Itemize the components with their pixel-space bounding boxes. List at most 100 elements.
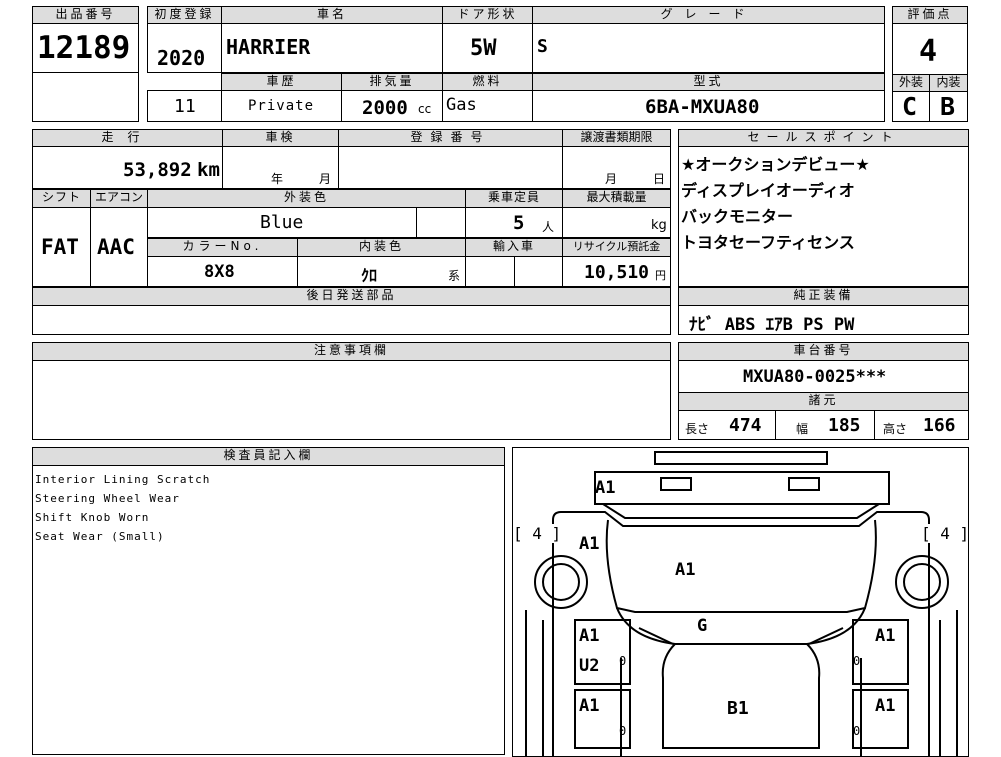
sales-point-item: トヨタセーフティセンス	[681, 233, 855, 252]
transfer-deadline-cell: 月 日	[562, 146, 671, 189]
equipment-cell: ﾅﾋﾞ ABS ｴｱB PS PW	[678, 305, 969, 335]
score-label: 評価点	[892, 6, 968, 24]
inspector-cell: Interior Lining Scratch Steering Wheel W…	[32, 465, 505, 755]
inspection-label: 車検	[222, 129, 339, 147]
zero-mark-right: 0	[853, 654, 861, 668]
first-reg-value: 2020	[157, 46, 206, 70]
import-cell-b	[514, 256, 563, 287]
inspection-year-unit: 年	[271, 172, 284, 186]
recycle-label: リサイクル預託金	[562, 238, 671, 257]
zero-mark-left: 0	[619, 654, 627, 668]
mark-left-mid1: A1	[579, 626, 600, 646]
first-reg-cell: 2020	[147, 23, 222, 73]
ext-color-value: Blue	[260, 212, 304, 233]
later-parts-cell	[32, 305, 671, 335]
specs-label: 諸元	[678, 392, 969, 411]
car-diagram: A1 A1 A1 G A1 U2 A1 A1 B1 A1 0 0 0 0 [ 4…	[512, 447, 969, 757]
door-value: 5W	[470, 36, 497, 61]
ext-color-label: 外装色	[147, 189, 466, 208]
car-name-cell: HARRIER	[221, 23, 443, 73]
car-name-value: HARRIER	[226, 35, 311, 59]
grade-label: グレード	[532, 6, 885, 24]
zero-mark-right-low: 0	[853, 724, 861, 738]
transfer-month-unit: 月	[605, 172, 618, 186]
zero-mark-left-low: 0	[619, 724, 627, 738]
specs-height-cell: 高さ 166	[874, 410, 969, 440]
int-color-suffix: 系	[448, 269, 461, 283]
model-type-value: 6BA-MXUA80	[645, 96, 760, 118]
aircon-value: AAC	[97, 235, 135, 259]
int-color-label: 内装色	[297, 238, 466, 257]
score-value: 4	[919, 34, 938, 69]
model-type-label: 型式	[532, 73, 885, 91]
reg-count-value: 11	[174, 96, 196, 117]
shift-cell: FAT	[32, 207, 91, 287]
transfer-deadline-label: 譲渡書類期限	[562, 129, 671, 147]
displacement-cell: 2000 cc	[341, 90, 443, 122]
mark-glass: G	[697, 616, 708, 636]
specs-length-cell: 長さ 474	[678, 410, 776, 440]
grade-value: S	[537, 36, 548, 57]
equipment-value: ﾅﾋﾞ ABS ｴｱB PS PW	[689, 315, 855, 335]
sales-point-item: ★オークションデビュー★	[681, 155, 870, 174]
mark-hatch: A1	[675, 560, 696, 580]
mark-left-mid2: U2	[579, 656, 600, 676]
inspection-month-unit: 月	[319, 172, 332, 186]
capacity-unit: 人	[542, 220, 555, 234]
max-load-unit: kg	[651, 218, 667, 233]
sales-points-cell: ★オークションデビュー★ ディスプレイオーディオ バックモニター トヨタセーフテ…	[678, 146, 969, 287]
tire-right-mark: [ 4 ]	[921, 524, 969, 543]
grade-cell: S	[532, 23, 885, 73]
specs-width-value: 185	[828, 415, 861, 436]
mark-right-low: A1	[875, 696, 896, 716]
mark-roof: B1	[727, 698, 749, 719]
exterior-grade-label: 外装	[892, 74, 930, 92]
reg-number-label: 登録番号	[338, 129, 563, 147]
recycle-unit: 円	[655, 269, 666, 282]
tire-left-mark: [ 4 ]	[513, 524, 562, 543]
specs-width-label: 幅	[796, 422, 809, 436]
first-reg-label: 初度登録	[147, 6, 222, 24]
color-no-label: カラーNo.	[147, 238, 298, 257]
door-label: ドア形状	[442, 6, 533, 24]
shift-value: FAT	[41, 235, 79, 259]
mark-right-mid1: A1	[875, 626, 896, 646]
color-no-cell: 8X8	[147, 256, 298, 287]
interior-grade-value: B	[940, 92, 956, 121]
specs-height-value: 166	[923, 415, 956, 436]
aircon-label: エアコン	[90, 189, 148, 208]
sales-point-item: バックモニター	[681, 207, 794, 226]
import-label: 輸入車	[465, 238, 563, 257]
recycle-value: 10,510	[584, 262, 650, 283]
mileage-value: 53,892	[123, 159, 192, 181]
lot-no-cell: 12189	[32, 23, 139, 73]
later-parts-label: 後日発送部品	[32, 287, 671, 306]
reg-number-cell	[338, 146, 563, 189]
inspection-cell: 年 月	[222, 146, 339, 189]
mark-left-low: A1	[579, 696, 600, 716]
chassis-label: 車台番号	[678, 342, 969, 361]
fuel-cell: Gas	[442, 90, 533, 122]
caution-cell	[32, 360, 671, 440]
max-load-cell: kg	[562, 207, 671, 238]
reg-count-cell: 11	[147, 90, 222, 122]
score-cell: 4	[892, 23, 968, 75]
model-type-cell: 6BA-MXUA80	[532, 90, 885, 122]
chassis-value: MXUA80-0025***	[743, 367, 887, 387]
int-color-value: ｸﾛ	[361, 266, 378, 285]
inspector-label: 検査員記入欄	[32, 447, 505, 466]
sales-point-item: ディスプレイオーディオ	[681, 181, 855, 200]
inspector-note: Interior Lining Scratch	[35, 473, 211, 486]
displacement-label: 排気量	[341, 73, 443, 91]
transfer-day-unit: 日	[653, 172, 666, 186]
lot-no-blank	[32, 72, 139, 122]
fuel-value: Gas	[446, 95, 477, 115]
capacity-value: 5	[513, 212, 525, 234]
mileage-label: 走行	[32, 129, 223, 147]
equipment-label: 純正装備	[678, 287, 969, 306]
sales-points-label: セールスポイント	[678, 129, 969, 147]
inspector-note: Seat Wear (Small)	[35, 530, 165, 543]
inspector-note: Shift Knob Worn	[35, 511, 150, 524]
car-name-label: 車名	[221, 6, 443, 24]
history-cell: Private	[221, 90, 342, 122]
